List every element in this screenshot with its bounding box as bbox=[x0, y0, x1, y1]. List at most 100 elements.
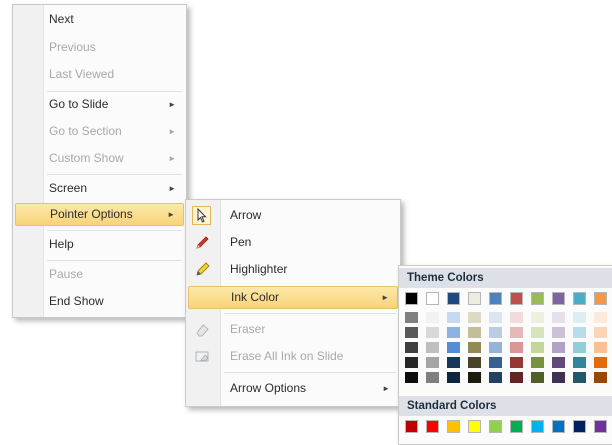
theme-shade-swatch[interactable] bbox=[447, 312, 460, 323]
menu-item-arrow[interactable]: Arrow bbox=[188, 204, 398, 227]
theme-shade-swatch[interactable] bbox=[510, 357, 523, 368]
theme-color-swatch[interactable] bbox=[552, 292, 565, 305]
menu-item-label: Arrow Options bbox=[230, 381, 307, 395]
menu-item-last-viewed: Last Viewed bbox=[15, 63, 184, 86]
theme-shade-swatch[interactable] bbox=[594, 372, 607, 383]
theme-shade-swatch[interactable] bbox=[405, 342, 418, 353]
theme-color-swatch[interactable] bbox=[531, 292, 544, 305]
theme-shade-swatch[interactable] bbox=[468, 372, 481, 383]
standard-color-swatch[interactable] bbox=[489, 420, 502, 433]
theme-shade-swatch[interactable] bbox=[426, 342, 439, 353]
theme-shade-swatch[interactable] bbox=[447, 342, 460, 353]
theme-shade-swatch[interactable] bbox=[447, 327, 460, 338]
theme-color-swatch[interactable] bbox=[594, 292, 607, 305]
theme-shade-swatch[interactable] bbox=[573, 372, 586, 383]
theme-shade-swatch[interactable] bbox=[552, 357, 565, 368]
theme-shade-swatch[interactable] bbox=[447, 372, 460, 383]
menu-item-pen[interactable]: Pen bbox=[188, 231, 398, 254]
theme-shade-swatch[interactable] bbox=[468, 312, 481, 323]
standard-color-swatch[interactable] bbox=[531, 420, 544, 433]
theme-shade-swatch[interactable] bbox=[552, 342, 565, 353]
menu-separator bbox=[224, 372, 396, 373]
menu-item-screen[interactable]: Screen ► bbox=[15, 177, 184, 200]
theme-color-swatch[interactable] bbox=[489, 292, 502, 305]
theme-shade-swatch[interactable] bbox=[468, 342, 481, 353]
theme-shade-swatch[interactable] bbox=[510, 327, 523, 338]
menu-item-next[interactable]: Next bbox=[15, 8, 184, 31]
menu-item-label: Previous bbox=[49, 40, 96, 54]
standard-colors-header: Standard Colors bbox=[399, 396, 612, 416]
menu-item-label: Pause bbox=[49, 267, 84, 281]
theme-shade-swatch[interactable] bbox=[531, 312, 544, 323]
theme-shade-swatch[interactable] bbox=[426, 327, 439, 338]
theme-shade-swatch[interactable] bbox=[573, 327, 586, 338]
theme-shade-swatch[interactable] bbox=[489, 372, 502, 383]
theme-shade-swatch[interactable] bbox=[468, 327, 481, 338]
standard-color-swatch[interactable] bbox=[468, 420, 481, 433]
theme-shade-swatch[interactable] bbox=[405, 372, 418, 383]
submenu-arrow-icon: ► bbox=[381, 293, 389, 302]
theme-shade-swatch[interactable] bbox=[426, 372, 439, 383]
submenu-arrow-icon: ► bbox=[168, 127, 176, 136]
standard-color-swatch[interactable] bbox=[426, 420, 439, 433]
theme-shade-swatch[interactable] bbox=[447, 357, 460, 368]
theme-shade-swatch[interactable] bbox=[510, 372, 523, 383]
theme-shade-swatch[interactable] bbox=[573, 357, 586, 368]
standard-color-swatch[interactable] bbox=[447, 420, 460, 433]
theme-shade-swatch[interactable] bbox=[531, 372, 544, 383]
standard-color-swatch[interactable] bbox=[594, 420, 607, 433]
theme-shade-swatch[interactable] bbox=[489, 342, 502, 353]
theme-shade-swatch[interactable] bbox=[552, 372, 565, 383]
theme-shade-swatch[interactable] bbox=[531, 357, 544, 368]
menu-item-label: Help bbox=[49, 237, 74, 251]
menu-item-previous: Previous bbox=[15, 36, 184, 59]
theme-shade-swatch[interactable] bbox=[426, 312, 439, 323]
theme-shade-swatch[interactable] bbox=[405, 357, 418, 368]
theme-shade-swatch[interactable] bbox=[531, 327, 544, 338]
theme-shade-swatch[interactable] bbox=[531, 342, 544, 353]
menu-item-end-show[interactable]: End Show bbox=[15, 290, 184, 313]
theme-shade-swatch[interactable] bbox=[594, 327, 607, 338]
theme-shade-swatch[interactable] bbox=[426, 357, 439, 368]
menu-item-label: Arrow bbox=[230, 208, 262, 222]
standard-color-swatch[interactable] bbox=[405, 420, 418, 433]
submenu-arrow-icon: ► bbox=[167, 210, 175, 219]
menu-item-pointer-options[interactable]: Pointer Options ► bbox=[15, 203, 184, 226]
theme-shade-swatch[interactable] bbox=[510, 312, 523, 323]
menu-item-go-to-slide[interactable]: Go to Slide ► bbox=[15, 93, 184, 116]
theme-color-swatch[interactable] bbox=[573, 292, 586, 305]
theme-shade-swatch[interactable] bbox=[468, 357, 481, 368]
theme-shade-swatch[interactable] bbox=[573, 312, 586, 323]
theme-shade-swatch[interactable] bbox=[594, 357, 607, 368]
menu-item-highlighter[interactable]: Highlighter bbox=[188, 258, 398, 281]
theme-shade-swatch[interactable] bbox=[573, 342, 586, 353]
theme-color-swatch[interactable] bbox=[447, 292, 460, 305]
eraser-icon bbox=[194, 321, 211, 338]
theme-shade-swatch[interactable] bbox=[510, 342, 523, 353]
standard-color-swatch[interactable] bbox=[573, 420, 586, 433]
menu-item-erase-all-ink: Erase All Ink on Slide bbox=[188, 345, 398, 368]
theme-color-swatch[interactable] bbox=[468, 292, 481, 305]
theme-shade-swatch[interactable] bbox=[594, 342, 607, 353]
theme-shade-swatch[interactable] bbox=[552, 327, 565, 338]
theme-shade-swatch[interactable] bbox=[405, 327, 418, 338]
menu-separator bbox=[47, 260, 182, 261]
standard-color-swatch[interactable] bbox=[510, 420, 523, 433]
theme-shade-swatch[interactable] bbox=[489, 312, 502, 323]
menu-item-arrow-options[interactable]: Arrow Options ► bbox=[188, 377, 398, 400]
menu-item-label: Pointer Options bbox=[50, 207, 133, 221]
standard-color-swatch[interactable] bbox=[552, 420, 565, 433]
theme-shade-swatch[interactable] bbox=[489, 327, 502, 338]
theme-color-swatch[interactable] bbox=[405, 292, 418, 305]
theme-color-swatch[interactable] bbox=[510, 292, 523, 305]
submenu-arrow-icon: ► bbox=[168, 100, 176, 109]
theme-shade-swatch[interactable] bbox=[594, 312, 607, 323]
theme-shade-swatch[interactable] bbox=[405, 312, 418, 323]
theme-shade-swatch[interactable] bbox=[489, 357, 502, 368]
menu-item-pause: Pause bbox=[15, 263, 184, 286]
theme-color-swatch[interactable] bbox=[426, 292, 439, 305]
theme-shade-swatch[interactable] bbox=[552, 312, 565, 323]
menu-separator bbox=[47, 174, 182, 175]
menu-item-ink-color[interactable]: Ink Color ► bbox=[188, 286, 398, 309]
menu-item-help[interactable]: Help bbox=[15, 233, 184, 256]
